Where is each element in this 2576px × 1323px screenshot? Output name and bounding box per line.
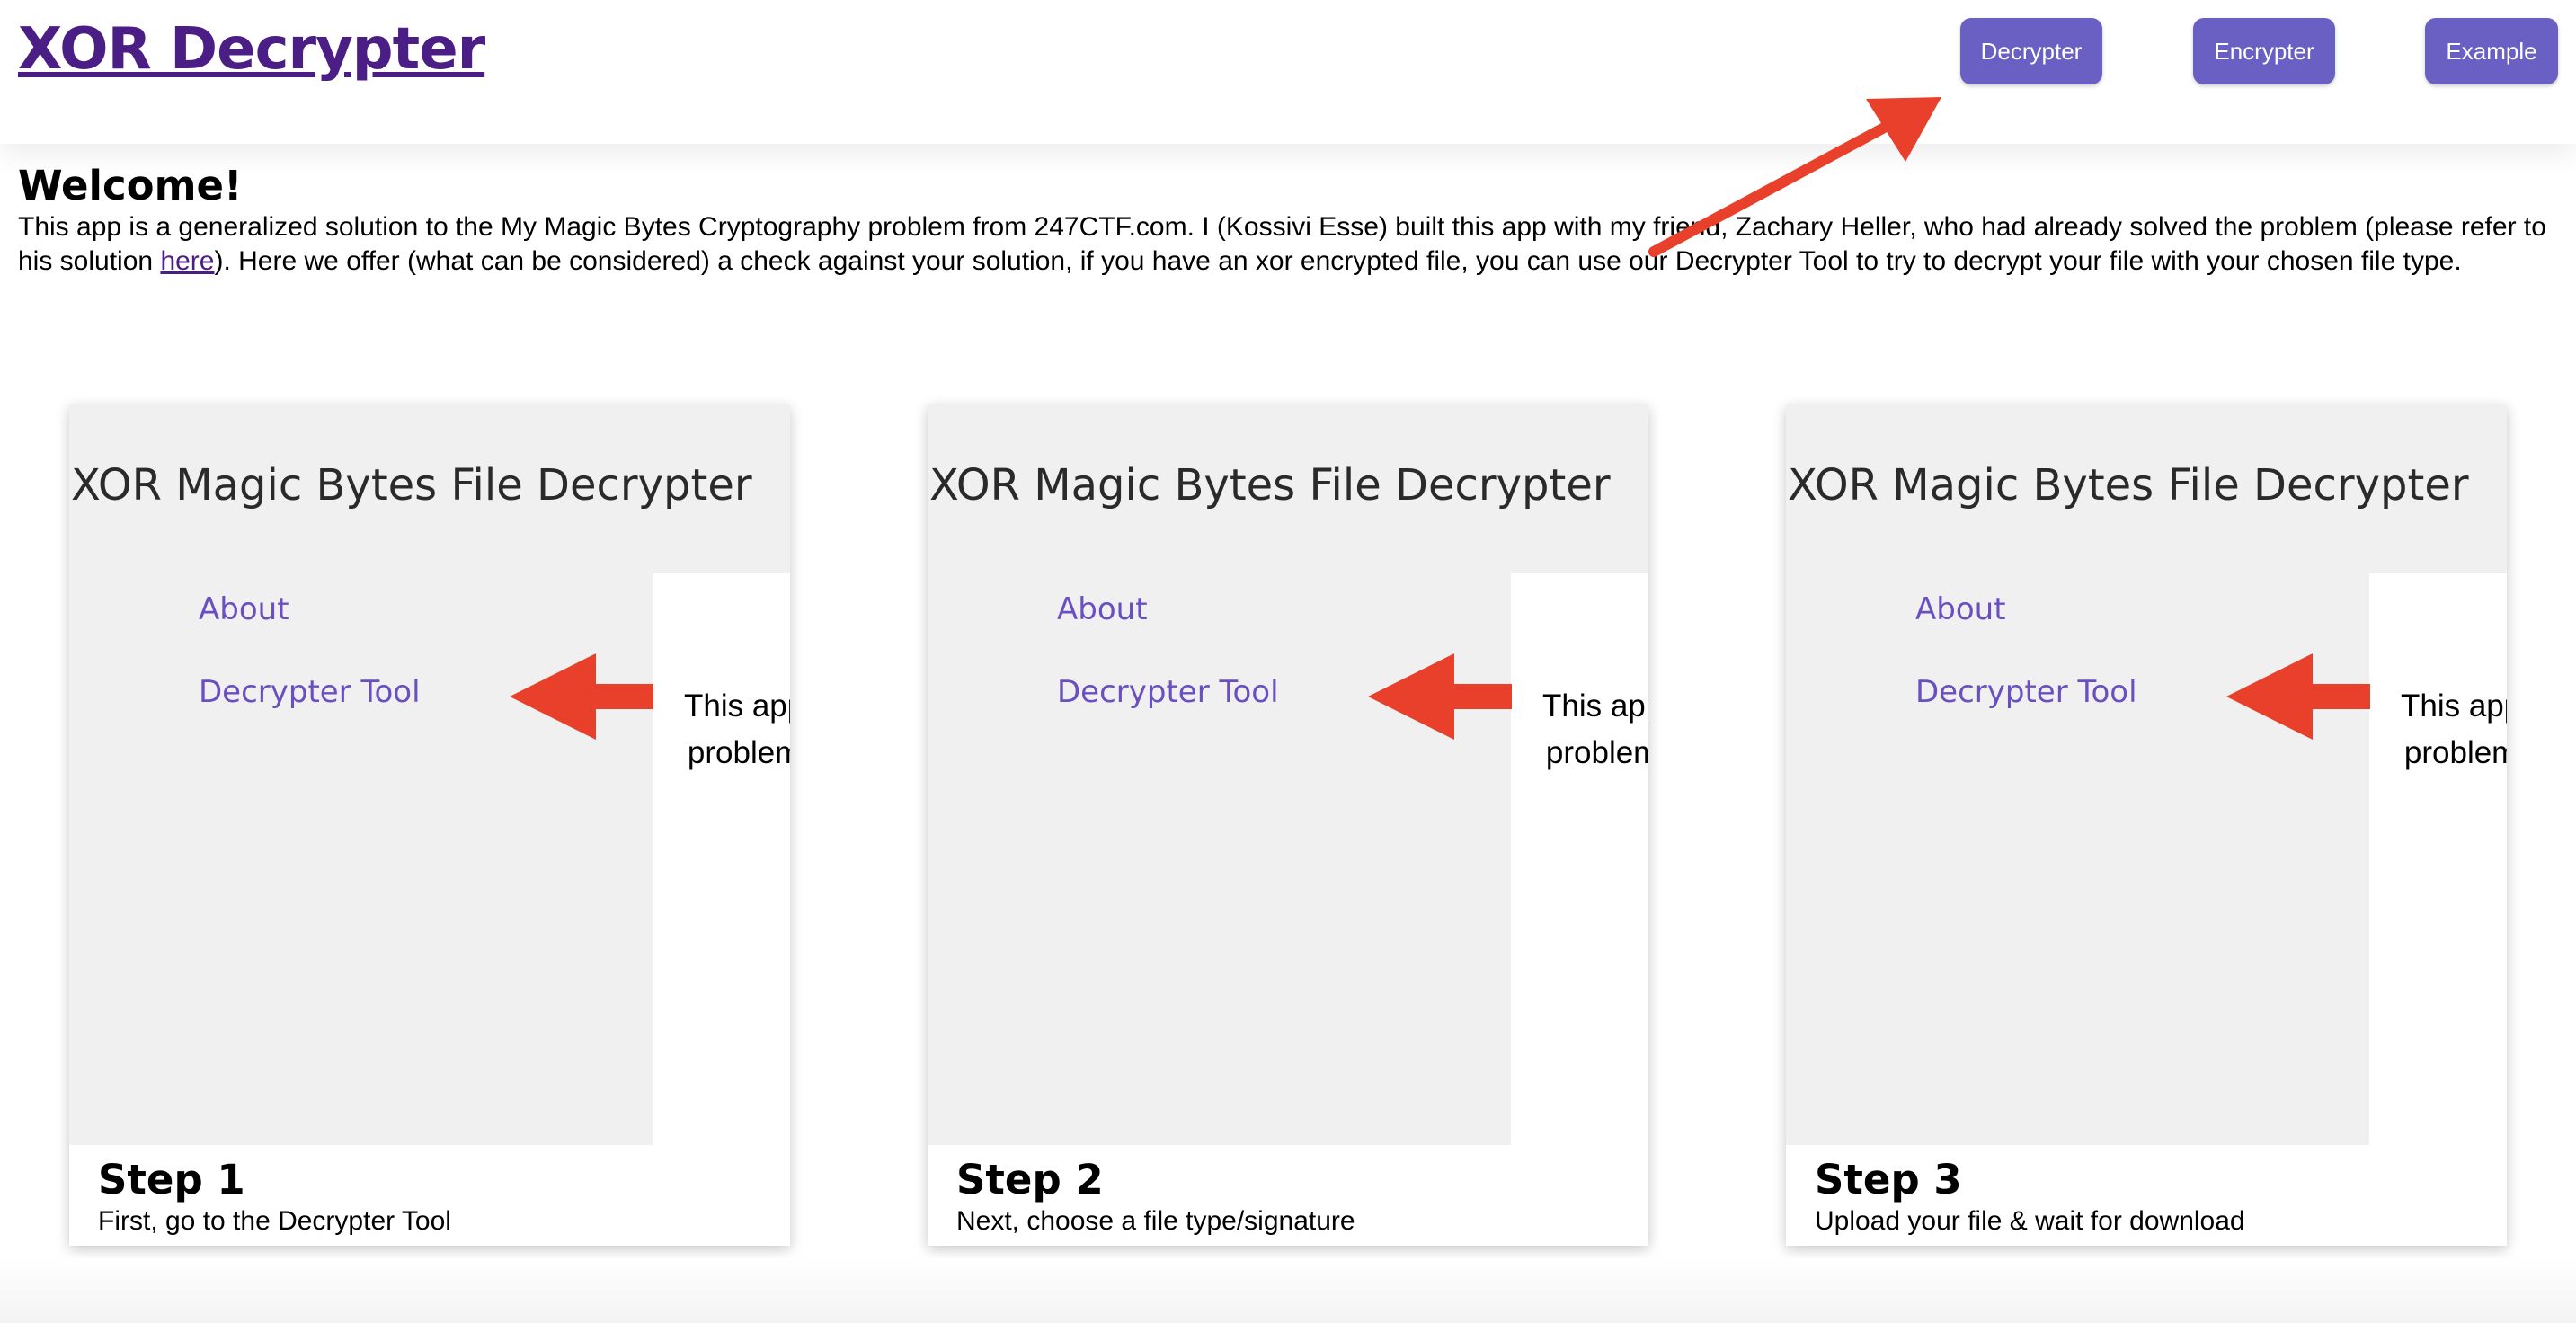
- preview-body-text: This app problem: [1542, 683, 1648, 777]
- red-arrow-icon: [510, 653, 653, 740]
- step-card-2: XOR Magic Bytes File Decrypter About Dec…: [928, 404, 1648, 1246]
- preview-body-text: This app problem: [2401, 683, 2507, 777]
- preview-decrypter-tool-link: Decrypter Tool: [1915, 674, 2137, 710]
- step-description: First, go to the Decrypter Tool: [98, 1206, 451, 1236]
- preview-about-link: About: [1915, 591, 2006, 627]
- site-title[interactable]: XOR Decrypter: [18, 16, 485, 83]
- step-card-3: XOR Magic Bytes File Decrypter About Dec…: [1786, 404, 2507, 1246]
- step-title: Step 3: [1815, 1156, 1962, 1203]
- preview-header: XOR Magic Bytes File Decrypter: [928, 404, 1648, 573]
- intro-text-end: ). Here we offer (what can be considered…: [214, 246, 2462, 276]
- welcome-heading: Welcome!: [18, 162, 243, 209]
- preview-text-line-2: problem: [687, 735, 790, 770]
- preview-header: XOR Magic Bytes File Decrypter: [1786, 404, 2507, 573]
- nav-decrypter-button[interactable]: Decrypter: [1960, 18, 2102, 84]
- preview-header: XOR Magic Bytes File Decrypter: [69, 404, 790, 573]
- nav-encrypter-button[interactable]: Encrypter: [2193, 18, 2335, 84]
- step-title: Step 1: [98, 1156, 245, 1203]
- preview-decrypter-tool-link: Decrypter Tool: [1057, 674, 1279, 710]
- red-arrow-icon: [2226, 653, 2370, 740]
- preview-text-line-2: problem: [2403, 735, 2507, 770]
- annotation-arrow-icon: [1648, 97, 1941, 257]
- red-arrow-icon: [1368, 653, 1512, 740]
- page-footer-shade: [0, 1258, 2576, 1323]
- step-description: Upload your file & wait for download: [1815, 1206, 2245, 1236]
- preview-title: XOR Magic Bytes File Decrypter: [1788, 460, 2469, 511]
- preview-text-line-1: This app: [684, 688, 790, 724]
- intro-paragraph: This app is a generalized solution to th…: [18, 210, 2562, 279]
- preview-decrypter-tool-link: Decrypter Tool: [199, 674, 421, 710]
- preview-about-link: About: [1057, 591, 1148, 627]
- preview-title: XOR Magic Bytes File Decrypter: [929, 460, 1611, 511]
- step-title: Step 2: [956, 1156, 1104, 1203]
- top-header: XOR Decrypter Decrypter Encrypter Exampl…: [0, 0, 2576, 144]
- nav-example-button[interactable]: Example: [2425, 18, 2558, 84]
- preview-about-link: About: [199, 591, 289, 627]
- preview-text-line-2: problem: [1545, 735, 1648, 770]
- step-description: Next, choose a file type/signature: [956, 1206, 1355, 1236]
- preview-title: XOR Magic Bytes File Decrypter: [71, 460, 752, 511]
- preview-text-line-1: This app: [1542, 688, 1648, 724]
- preview-text-line-1: This app: [2401, 688, 2507, 724]
- step-card-1: XOR Magic Bytes File Decrypter About Dec…: [69, 404, 790, 1246]
- solution-link[interactable]: here: [160, 246, 214, 276]
- preview-body-text: This app problem: [684, 683, 790, 777]
